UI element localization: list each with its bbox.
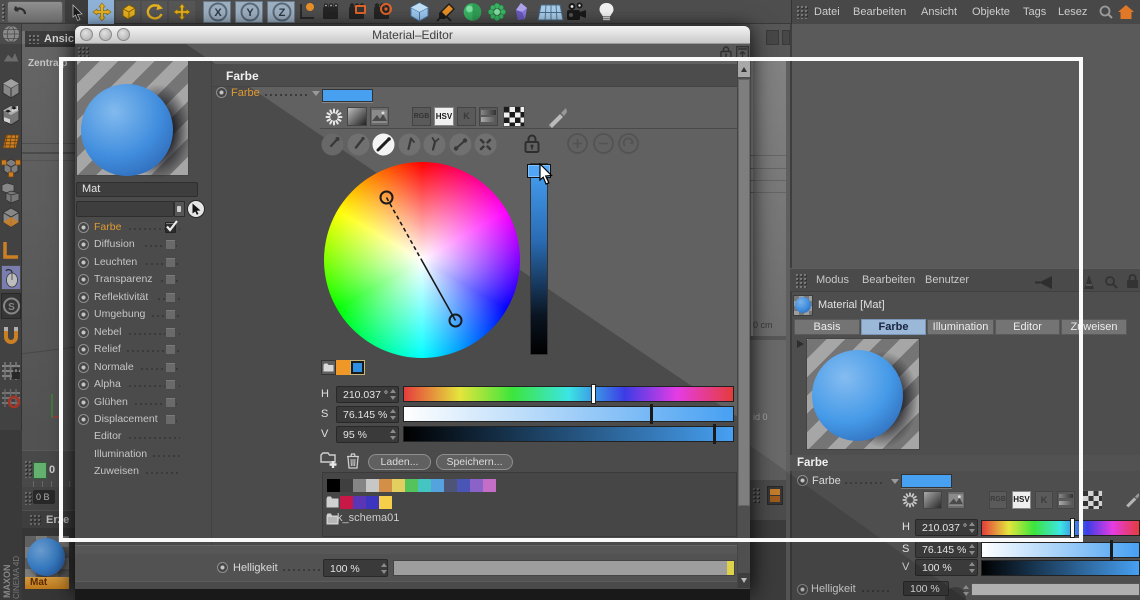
svg-text:CINEMA 4D: CINEMA 4D [12, 556, 21, 599]
svg-text:Z: Z [279, 7, 286, 19]
svg-text:Y: Y [246, 7, 254, 19]
svg-text:S: S [8, 302, 15, 313]
svg-text:MAXON: MAXON [2, 565, 12, 599]
svg-text:X: X [214, 7, 222, 19]
